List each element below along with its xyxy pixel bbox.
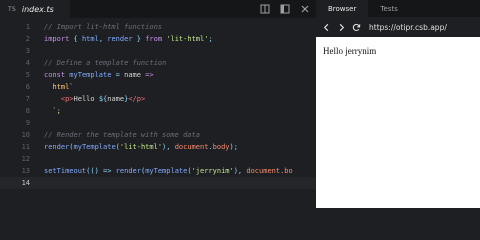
- code-token: ;: [208, 35, 213, 43]
- code-token: name: [107, 95, 125, 103]
- code-token: document: [246, 167, 281, 175]
- line-number: 4: [25, 59, 30, 67]
- code-token: Hello: [73, 95, 99, 103]
- code-token: // Define a template function: [44, 59, 167, 67]
- code-line[interactable]: 7 <p>Hello ${name}</p>: [0, 93, 316, 105]
- code-token: document: [174, 143, 209, 151]
- code-line[interactable]: 13 setTimeout(() => render(myTemplate('je…: [0, 165, 316, 177]
- code-token: }: [132, 35, 146, 43]
- back-arrow-icon[interactable]: [322, 23, 331, 32]
- code-token: ,: [98, 35, 108, 43]
- code-line[interactable]: 9: [0, 117, 316, 129]
- code-token: myTemplate: [145, 167, 188, 175]
- close-icon[interactable]: [300, 4, 310, 14]
- line-number: 14: [21, 179, 30, 187]
- file-tab-label: index.ts: [21, 4, 54, 14]
- layout-icon[interactable]: [280, 4, 290, 14]
- line-number: 13: [21, 167, 30, 175]
- code-token: =: [111, 71, 125, 79]
- code-token: ),: [233, 167, 247, 175]
- code-token: render: [115, 167, 141, 175]
- code-line[interactable]: 8 `;: [0, 105, 316, 117]
- line-number: 12: [21, 155, 30, 163]
- split-icon[interactable]: [260, 4, 270, 14]
- code-token: </p>: [128, 95, 146, 103]
- code-text: const myTemplate = name =>: [44, 69, 154, 81]
- code-token: html: [52, 83, 70, 91]
- code-line[interactable]: 10 // Render the template with some data: [0, 129, 316, 141]
- tab-tests[interactable]: Tests: [368, 0, 409, 17]
- preview-pane: Browser Tests https://otipr.csb.app/ Hel…: [316, 0, 480, 208]
- code-token: `: [69, 83, 74, 91]
- refresh-icon[interactable]: [352, 23, 361, 32]
- code-token: 'lit-html': [119, 143, 163, 151]
- typescript-icon: TS: [8, 5, 16, 13]
- line-number: 1: [25, 23, 30, 31]
- code-line[interactable]: 5 const myTemplate = name =>: [0, 69, 316, 81]
- code-text: // Render the template with some data: [44, 129, 200, 141]
- preview-page: Hello jerrynim: [316, 37, 480, 208]
- code-token: myTemplate: [73, 143, 116, 151]
- code-text: render(myTemplate('lit-html'), document.…: [44, 141, 238, 153]
- line-number: 10: [21, 131, 30, 139]
- code-text: // Define a template function: [44, 57, 166, 69]
- code-token: import: [44, 35, 70, 43]
- code-token: ${: [98, 95, 108, 103]
- code-token: 'jerrynim': [191, 167, 234, 175]
- code-text: setTimeout(() => render(myTemplate('jerr…: [44, 165, 293, 177]
- code-line[interactable]: 6 html`: [0, 81, 316, 93]
- code-line[interactable]: 14: [0, 177, 316, 189]
- forward-arrow-icon[interactable]: [337, 23, 346, 32]
- code-text: import { html, render } from 'lit-html';: [44, 33, 213, 45]
- code-token: =>: [140, 71, 154, 79]
- code-token: render: [44, 143, 70, 151]
- code-token: .bo: [280, 167, 293, 175]
- preview-tabs: Browser Tests: [316, 0, 480, 17]
- line-number: 3: [25, 47, 30, 55]
- code-token: 'lit-html': [166, 35, 209, 43]
- rendered-paragraph: Hello jerrynim: [323, 46, 377, 56]
- line-number: 7: [25, 95, 30, 103]
- code-token: const: [44, 71, 66, 79]
- line-number: 5: [25, 71, 30, 79]
- code-token: body: [212, 143, 230, 151]
- code-line[interactable]: 12: [0, 153, 316, 165]
- file-tab-index-ts[interactable]: TS index.ts: [0, 0, 70, 18]
- code-line[interactable]: 11 render(myTemplate('lit-html'), documen…: [0, 141, 316, 153]
- code-token: `;: [44, 107, 61, 115]
- code-token: name: [124, 71, 141, 79]
- code-token: <p>: [60, 95, 74, 103]
- editor-actions: [260, 4, 310, 14]
- line-number: 9: [25, 119, 30, 127]
- code-text: html`: [44, 81, 74, 93]
- code-token: (() =>: [86, 167, 116, 175]
- line-number: 8: [25, 107, 30, 115]
- code-token: );: [229, 143, 238, 151]
- code-token: render: [107, 35, 133, 43]
- line-number: 11: [21, 143, 30, 151]
- code-token: {: [69, 35, 82, 43]
- editor-tab-bar: TS index.ts: [0, 0, 316, 18]
- code-token: html: [81, 35, 99, 43]
- code-line[interactable]: 2 import { html, render } from 'lit-html'…: [0, 33, 316, 45]
- code-text: // Import lit-html functions: [44, 21, 162, 33]
- code-token: myTemplate: [69, 71, 112, 79]
- code-editor[interactable]: TS index.ts 1 // Import lit-html function…: [0, 0, 316, 208]
- line-number: 6: [25, 83, 30, 91]
- tab-browser[interactable]: Browser: [316, 0, 369, 17]
- code-token: ),: [162, 143, 175, 151]
- line-number: 2: [25, 35, 30, 43]
- code-line[interactable]: 4 // Define a template function: [0, 57, 316, 69]
- code-token: // Render the template with some data: [44, 131, 200, 139]
- url-bar[interactable]: https://otipr.csb.app/: [369, 23, 447, 32]
- code-text: `;: [44, 105, 61, 117]
- code-token: // Import lit-html functions: [44, 23, 163, 31]
- code-text: <p>Hello ${name}</p>: [44, 93, 145, 105]
- code-token: setTimeout: [44, 167, 87, 175]
- browser-navbar: https://otipr.csb.app/: [316, 17, 480, 37]
- code-line[interactable]: 3: [0, 45, 316, 57]
- code-line[interactable]: 1 // Import lit-html functions: [0, 21, 316, 33]
- code-token: from: [145, 35, 163, 43]
